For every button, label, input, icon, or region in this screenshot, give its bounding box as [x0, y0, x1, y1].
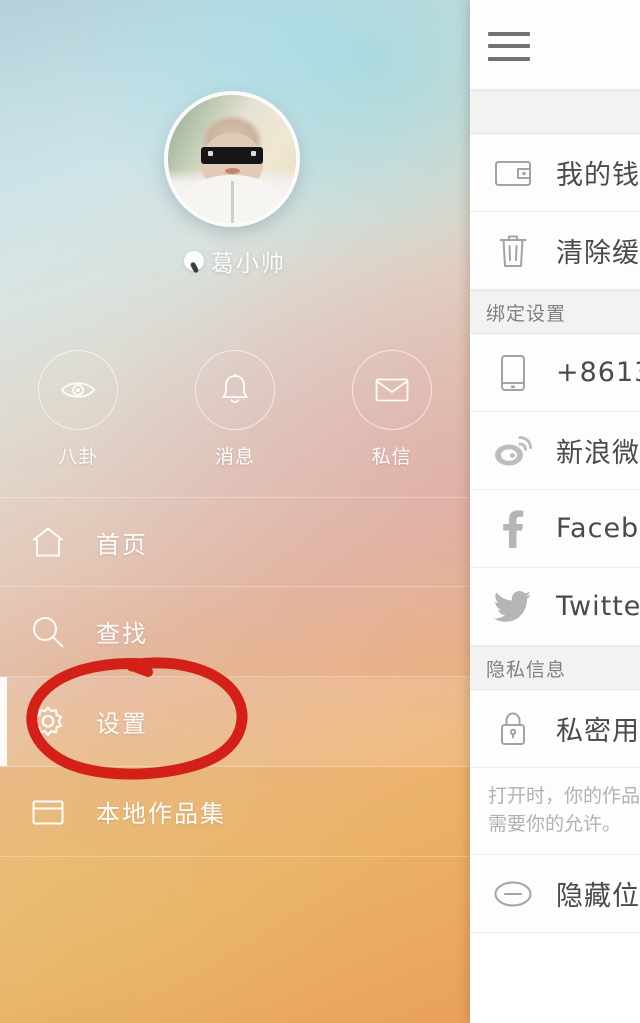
section-header-label: 绑定设置 [486, 302, 567, 325]
avatar-shirt-placket [231, 181, 234, 223]
privacy-note-line2: 需要你的允许。 [488, 813, 622, 835]
privacy-note-line1: 打开时，你的作品仅自己可见，他人关注 [488, 785, 640, 807]
settings-row-private-account[interactable]: 私密用户 [470, 690, 640, 768]
search-icon [0, 615, 96, 649]
settings-row-label: 私密用户 [556, 716, 640, 747]
sidebar-item-local-collection[interactable]: 本地作品集 [0, 767, 470, 857]
username-row[interactable]: 葛小帅 [0, 243, 470, 279]
twitter-icon [470, 590, 556, 624]
envelope-icon [351, 350, 432, 430]
settings-topbar [470, 0, 640, 90]
settings-row-facebook[interactable]: Facebook [470, 490, 640, 568]
trash-icon [470, 233, 556, 269]
settings-row-my-wallet[interactable]: 我的钱包 [470, 134, 640, 212]
settings-screen-panel: 我的钱包 清除缓存 绑定设置 [470, 0, 640, 1023]
home-icon [0, 526, 96, 558]
drawer-nav-list: 首页 查找 设置 本地作品集 [0, 497, 470, 857]
bell-icon [194, 350, 275, 430]
section-header-privacy: 隐私信息 [470, 646, 640, 690]
settings-row-label: Facebook [556, 513, 640, 544]
weibo-icon [470, 434, 556, 468]
settings-row-label: 新浪微博 [556, 438, 640, 469]
settings-row-label: +86136xxxxxxx [556, 357, 640, 388]
hamburger-icon[interactable] [488, 29, 530, 61]
gear-icon [0, 705, 96, 739]
settings-row-label: 清除缓存 [556, 238, 640, 269]
quick-action-messages[interactable]: 消息 [175, 350, 295, 469]
avatar-photo [168, 95, 296, 223]
eye-icon [38, 350, 119, 430]
sidebar-item-settings[interactable]: 设置 [0, 677, 470, 767]
sidebar-item-label: 设置 [96, 710, 148, 738]
settings-row-phone[interactable]: +86136xxxxxxx [470, 334, 640, 412]
minus-circle-icon [470, 880, 556, 908]
settings-row-hide-location[interactable]: 隐藏位置 [470, 855, 640, 933]
sidebar-item-search[interactable]: 查找 [0, 587, 470, 677]
quick-actions-row: 八卦 消息 私信 [0, 350, 470, 495]
sidebar-item-label: 查找 [96, 620, 148, 648]
sidebar-item-label: 首页 [96, 530, 148, 559]
avatar-mouth [225, 167, 240, 174]
privacy-note: 打开时，你的作品仅自己可见，他人关注 需要你的允许。 [470, 768, 640, 855]
quick-action-label: 八卦 [58, 446, 99, 468]
wallet-icon [470, 157, 556, 189]
facebook-icon [470, 509, 556, 548]
pin-badge-icon [184, 251, 204, 271]
avatar[interactable] [164, 91, 300, 227]
sidebar-item-label: 本地作品集 [96, 800, 226, 828]
folder-icon [0, 797, 96, 827]
lock-icon [470, 711, 556, 747]
navigation-drawer: 葛小帅 八卦 消息 私信 首页 查找 设置 本地作品集 [0, 0, 470, 1023]
app-screenshot: 葛小帅 八卦 消息 私信 首页 查找 设置 本地作品集 我的钱 清除缓 绑定设置… [0, 0, 640, 1023]
quick-action-label: 消息 [214, 446, 255, 468]
settings-row-label: Twitter [556, 591, 640, 622]
phone-icon [470, 354, 556, 392]
active-indicator-bar [0, 677, 7, 766]
avatar-sunglasses [201, 147, 263, 165]
settings-row-label: 我的钱包 [556, 160, 640, 191]
settings-row-twitter[interactable]: Twitter [470, 568, 640, 646]
profile-header: 葛小帅 [0, 0, 470, 300]
quick-action-direct-message[interactable]: 私信 [332, 350, 452, 469]
username-label: 葛小帅 [211, 251, 286, 277]
quick-action-label: 私信 [371, 446, 412, 468]
section-header-spacer [470, 90, 640, 134]
sidebar-item-home[interactable]: 首页 [0, 497, 470, 587]
settings-row-weibo[interactable]: 新浪微博 [470, 412, 640, 490]
settings-row-label: 隐藏位置 [556, 881, 640, 912]
section-header-binding: 绑定设置 [470, 290, 640, 334]
settings-row-clear-cache[interactable]: 清除缓存 [470, 212, 640, 290]
quick-action-gossip[interactable]: 八卦 [18, 350, 138, 469]
section-header-label: 隐私信息 [486, 658, 567, 681]
